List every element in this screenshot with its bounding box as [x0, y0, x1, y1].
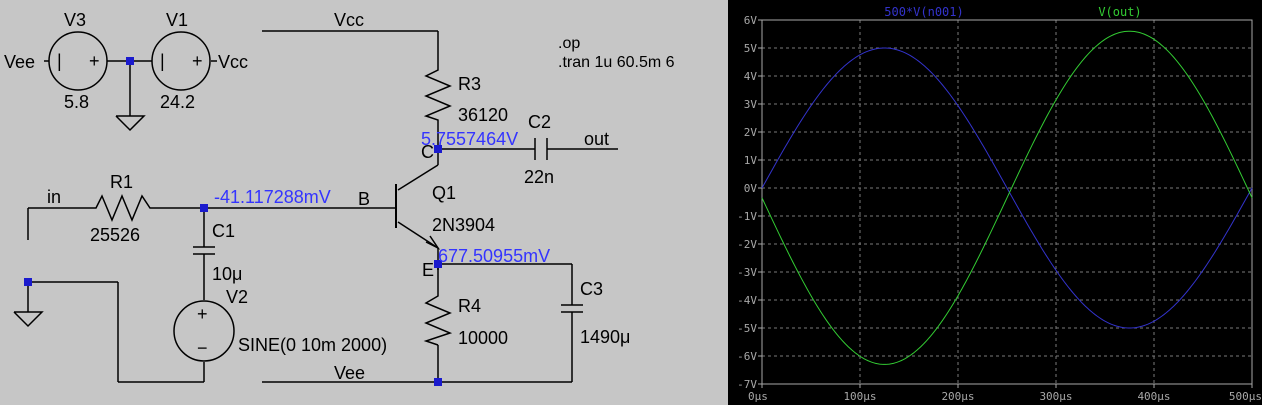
y-tick-label: -3V: [737, 266, 757, 279]
q1-model: 2N3904: [432, 215, 495, 235]
y-axis-ticks: 6V5V4V3V2V1V0V-1V-2V-3V-4V-5V-6V-7V: [737, 14, 762, 391]
v1-value: 24.2: [160, 92, 195, 112]
r3-value: 36120: [458, 105, 508, 125]
y-tick-label: 4V: [744, 70, 758, 83]
y-tick-label: 2V: [744, 126, 758, 139]
r1-resistor[interactable]: [90, 194, 155, 222]
c2-capacitor[interactable]: [534, 138, 548, 160]
r3-resistor[interactable]: [423, 64, 452, 124]
r1-name: R1: [110, 172, 133, 192]
net-label-vcc-right: Vcc: [218, 52, 248, 72]
directive-op: .op: [558, 35, 580, 52]
legend-label: 500*V(n001): [884, 5, 963, 19]
y-tick-label: 3V: [744, 98, 758, 111]
c3-name: C3: [580, 279, 603, 299]
base-voltage: -41.117288mV: [214, 187, 331, 207]
q1-name: Q1: [432, 183, 456, 203]
c2-value: 22n: [524, 167, 554, 187]
series-line: [761, 30, 1253, 365]
c1-value: 10μ: [212, 264, 242, 284]
c1-capacitor[interactable]: [193, 246, 215, 255]
v1-plus-sign: +: [192, 51, 203, 71]
y-tick-label: 0V: [744, 182, 758, 195]
ground-symbol-left: [13, 311, 44, 328]
x-tick-label: 100µs: [843, 390, 876, 403]
x-tick-label: 0µs: [748, 390, 768, 403]
r4-resistor[interactable]: [423, 290, 453, 346]
r3-name: R3: [458, 74, 481, 94]
c1-name: C1: [212, 221, 235, 241]
x-tick-label: 200µs: [941, 390, 974, 403]
waveform-plot[interactable]: 6V5V4V3V2V1V0V-1V-2V-3V-4V-5V-6V-7V 0µs 1…: [728, 0, 1262, 405]
c3-capacitor[interactable]: [561, 304, 583, 313]
y-tick-label: -4V: [737, 294, 757, 307]
y-tick-label: 1V: [744, 154, 758, 167]
y-tick-label: 6V: [744, 14, 758, 27]
c3-value: 1490μ: [580, 327, 630, 347]
y-tick-label: -6V: [737, 350, 757, 363]
x-axis-ticks: 0µs 100µs 200µs 300µs 400µs 500µs: [748, 384, 1262, 403]
v2-minus-sign: −: [197, 338, 208, 358]
v3-name: V3: [64, 10, 86, 30]
collector-voltage: 5.7557464V: [421, 129, 518, 149]
v3-plus-sign: +: [89, 51, 100, 71]
legend-label: V(out): [1098, 5, 1141, 19]
y-tick-label: -1V: [737, 210, 757, 223]
directive-tran: .tran 1u 60.5m 6: [558, 54, 675, 71]
v3-source[interactable]: | +: [48, 31, 108, 91]
v1-minus-sign: |: [160, 51, 165, 71]
q1-base-pin: B: [358, 189, 370, 209]
v2-plus-sign: +: [197, 304, 208, 324]
y-tick-label: -5V: [737, 322, 757, 335]
v1-name: V1: [166, 10, 188, 30]
net-label-vee-bottom: Vee: [334, 363, 365, 383]
r4-name: R4: [458, 296, 481, 316]
x-tick-label: 500µs: [1229, 390, 1262, 403]
v2-name: V2: [226, 287, 248, 307]
v1-source[interactable]: | +: [151, 31, 211, 91]
v3-minus-sign: |: [57, 51, 62, 71]
waveform-viewer[interactable]: 6V 5V 4V 3V 2V 1V 0V -1V -2V -3V -4V -5V -6V -7V 0µs 1…: [728, 0, 1262, 405]
y-tick-label: -2V: [737, 238, 757, 251]
y-tick-label: 5V: [744, 42, 758, 55]
v2-value: SINE(0 10m 2000): [238, 335, 387, 355]
r4-value: 10000: [458, 328, 508, 348]
plot-legend: 500*V(n001) V(out): [884, 5, 1141, 19]
net-label-out: out: [584, 129, 609, 149]
ground-symbol-top: [115, 115, 146, 132]
x-tick-label: 400µs: [1137, 390, 1170, 403]
schematic-canvas[interactable]: | + V3 5.8 Vee | + V1 24.2 Vcc Vcc R3 36…: [0, 0, 728, 405]
net-label-vcc-top: Vcc: [334, 10, 364, 30]
x-tick-label: 300µs: [1039, 390, 1072, 403]
net-label-vee-left: Vee: [4, 52, 35, 72]
net-label-in: in: [47, 187, 61, 207]
v3-value: 5.8: [64, 92, 89, 112]
r1-value: 25526: [90, 225, 140, 245]
emitter-voltage: 677.50955mV: [438, 246, 550, 266]
q1-emitter-pin: E: [422, 260, 434, 280]
v2-source[interactable]: + −: [173, 300, 235, 362]
plot-series: [761, 30, 1253, 365]
c2-name: C2: [528, 112, 551, 132]
